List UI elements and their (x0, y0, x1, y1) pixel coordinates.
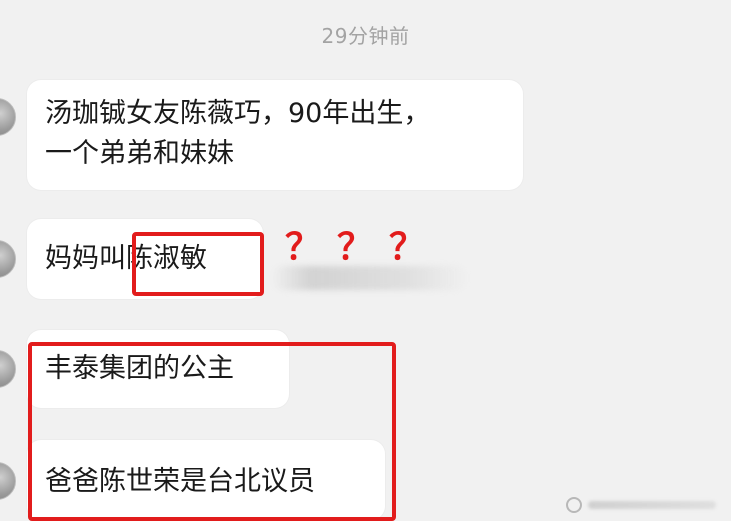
watermark-logo-icon (566, 497, 582, 513)
blurred-text (272, 266, 468, 290)
sender-avatar[interactable] (0, 98, 16, 136)
sender-avatar[interactable] (0, 350, 16, 388)
watermark-text-blur (588, 501, 716, 509)
highlight-box-name (132, 232, 264, 296)
chat-timestamp: 29分钟前 (321, 24, 410, 48)
message-text-line: 一个弟弟和妹妹 (45, 138, 234, 169)
watermark (566, 496, 716, 514)
sender-avatar[interactable] (0, 240, 16, 278)
question-marks-annotation: ？？？ (285, 227, 442, 268)
message-bubble[interactable]: 汤珈铖女友陈薇巧，90年出生， 一个弟弟和妹妹 (27, 80, 523, 190)
message-text-prefix: 妈妈叫 (45, 243, 126, 274)
sender-avatar[interactable] (0, 462, 16, 500)
message-text-line: 汤珈铖女友陈薇巧，90年出生， (45, 98, 431, 129)
highlight-box-family (28, 342, 396, 521)
